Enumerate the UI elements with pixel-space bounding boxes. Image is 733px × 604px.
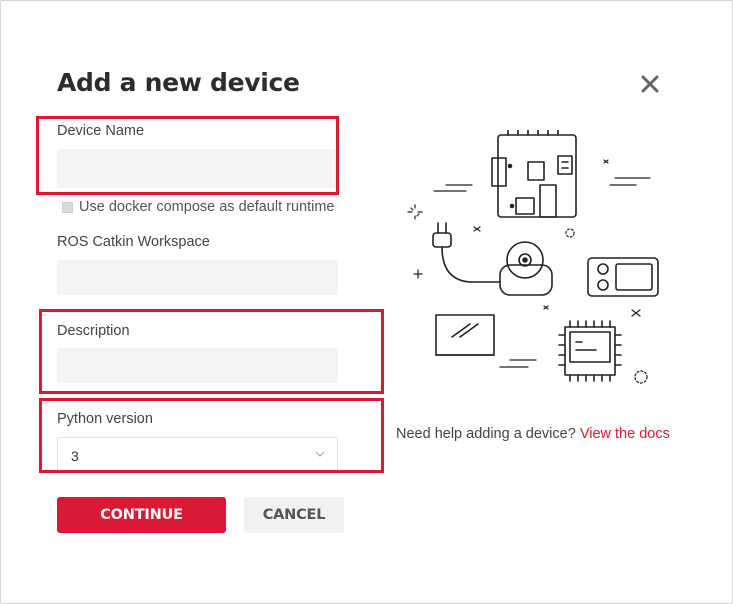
decorations	[407, 159, 651, 384]
catkin-workspace-input[interactable]	[57, 260, 338, 295]
close-icon[interactable]	[636, 70, 664, 98]
catkin-workspace-label: ROS Catkin Workspace	[57, 234, 210, 250]
chip-icon	[558, 320, 622, 382]
highlight-device-name	[36, 116, 339, 195]
cancel-button[interactable]: CANCEL	[244, 497, 344, 533]
plug-icon	[432, 222, 501, 283]
highlight-description	[39, 309, 384, 394]
continue-button[interactable]: CONTINUE	[57, 497, 226, 533]
dialog-title: Add a new device	[57, 68, 300, 97]
highlight-python-version	[39, 398, 384, 473]
help-prompt: Need help adding a device?	[396, 426, 576, 442]
docker-compose-option[interactable]: Use docker compose as default runtime	[62, 199, 335, 215]
docker-compose-label: Use docker compose as default runtime	[79, 199, 335, 215]
camera-icon	[499, 241, 553, 296]
help-text: Need help adding a device? View the docs	[396, 426, 670, 442]
devices-illustration	[407, 130, 659, 384]
view-docs-link[interactable]: View the docs	[580, 426, 670, 442]
circuit-board-icon	[491, 130, 577, 218]
docker-compose-checkbox[interactable]	[62, 201, 73, 213]
display-device-icon	[587, 257, 659, 297]
monitor-icon	[435, 314, 495, 356]
